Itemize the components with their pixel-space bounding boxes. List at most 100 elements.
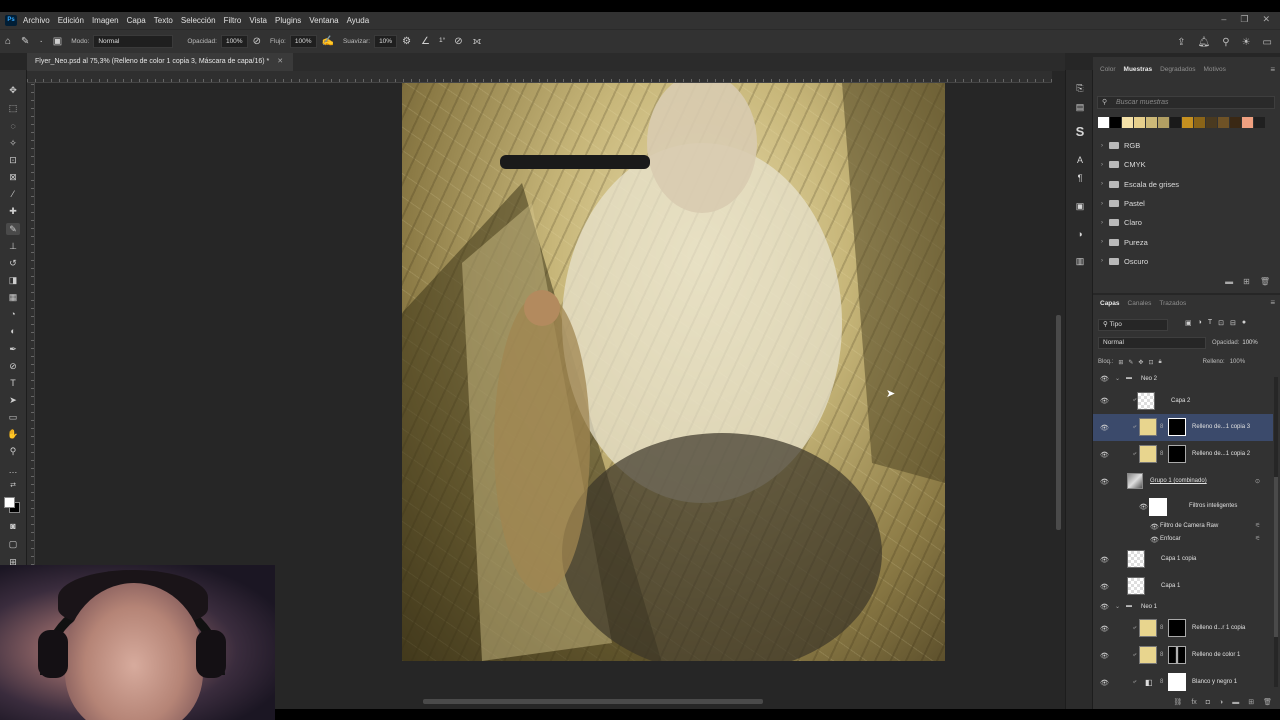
filter-toggle-icon[interactable]: ●: [1242, 319, 1246, 327]
quick-mask-icon[interactable]: ◙: [6, 520, 20, 532]
brush-settings-icon[interactable]: ▣: [53, 36, 62, 47]
color-swatch[interactable]: [1158, 117, 1169, 128]
hand-tool-icon[interactable]: ✋: [6, 428, 20, 440]
stock-icon[interactable]: S: [1074, 125, 1086, 138]
link-icon[interactable]: 8: [1160, 652, 1163, 658]
airbrush-icon[interactable]: ✍: [322, 36, 334, 47]
menu-imagen[interactable]: Imagen: [92, 16, 119, 25]
color-swatch[interactable]: [1170, 117, 1181, 128]
brush-tool-icon[interactable]: ✎: [21, 36, 29, 47]
frame-tool-icon[interactable]: ⊠: [6, 171, 20, 183]
new-swatch-icon[interactable]: ⊞: [1243, 277, 1250, 291]
adjust-filter-icon[interactable]: ◑: [1198, 319, 1202, 327]
link-icon[interactable]: 8: [1160, 625, 1163, 631]
eraser-icon[interactable]: ◨: [6, 274, 20, 286]
mask-thumbnail[interactable]: [1168, 619, 1186, 637]
visibility-eye-icon[interactable]: 👁︎: [1139, 503, 1148, 511]
visibility-eye-icon[interactable]: 👁︎: [1100, 397, 1109, 405]
history-icon[interactable]: ▥: [1074, 255, 1086, 267]
trash-icon[interactable]: 🗑︎: [1260, 277, 1270, 291]
clone-stamp-icon[interactable]: ⊥: [6, 240, 20, 252]
tab-patterns[interactable]: Motivos: [1204, 66, 1226, 73]
flow-input[interactable]: 100%: [289, 35, 317, 48]
link-icon[interactable]: 8: [1160, 424, 1163, 430]
link-icon[interactable]: 8: [1160, 451, 1163, 457]
smoothing-input[interactable]: 10%: [374, 35, 398, 48]
character-icon[interactable]: A: [1074, 154, 1086, 166]
layers-scrollbar[interactable]: [1274, 377, 1278, 687]
mask-thumbnail[interactable]: [1168, 646, 1186, 664]
menu-ventana[interactable]: Ventana: [309, 16, 338, 25]
visibility-eye-icon[interactable]: 👁︎: [1100, 652, 1109, 660]
shape-filter-icon[interactable]: ⊡: [1218, 319, 1224, 327]
home-icon[interactable]: ⌂: [5, 36, 11, 47]
folder-cmyk[interactable]: › CMYK: [1093, 155, 1275, 174]
share-icon[interactable]: ⇪: [1177, 37, 1185, 48]
menu-capa[interactable]: Capa: [127, 16, 146, 25]
layer-row[interactable]: 👁︎ ⤶ 8 Relleno de color 1: [1093, 642, 1273, 669]
visibility-eye-icon[interactable]: 👁︎: [1100, 625, 1109, 633]
pressure-size-icon[interactable]: ⊘: [454, 36, 462, 47]
foreground-color[interactable]: [4, 497, 15, 508]
tab-gradients[interactable]: Degradados: [1160, 66, 1195, 73]
menu-edicion[interactable]: Edición: [58, 16, 84, 25]
color-swatch[interactable]: [1218, 117, 1229, 128]
menu-ayuda[interactable]: Ayuda: [347, 16, 370, 25]
filter-options-icon[interactable]: ⚟: [1255, 522, 1260, 529]
type-tool-icon[interactable]: T: [6, 377, 20, 389]
libraries-icon[interactable]: ⎘: [1074, 82, 1086, 94]
folder-dark[interactable]: › Oscuro: [1093, 252, 1275, 271]
new-adjustment-icon[interactable]: ◑: [1219, 699, 1223, 706]
document-tab[interactable]: Flyer_Neo.psd al 75,3% (Relleno de color…: [27, 53, 294, 71]
color-swatch[interactable]: [1146, 117, 1157, 128]
folder-rgb[interactable]: › RGB: [1093, 136, 1275, 155]
layer-row[interactable]: 👁︎ ⌄ ▬ Neo 2: [1093, 372, 1273, 386]
brush-size-icon[interactable]: ·: [39, 36, 42, 47]
link-layers-icon[interactable]: ⛓: [1173, 698, 1182, 706]
menu-filtro[interactable]: Filtro: [224, 16, 242, 25]
brush-tool-icon[interactable]: ✎: [6, 223, 20, 235]
crop-tool-icon[interactable]: ⊡: [6, 154, 20, 166]
layer-row[interactable]: 👁︎ Grupo 1 (combinado) ⊙: [1093, 468, 1273, 495]
visibility-eye-icon[interactable]: 👁︎: [1100, 451, 1109, 459]
type-filter-icon[interactable]: T: [1208, 319, 1212, 327]
color-swatch[interactable]: [1182, 117, 1193, 128]
panel-menu-icon[interactable]: ≡: [1270, 65, 1275, 74]
layer-row[interactable]: 👁︎ Filtros inteligentes: [1093, 495, 1273, 519]
layer-row[interactable]: 👁︎ ⤶ Capa 2: [1093, 389, 1273, 413]
filter-options-icon[interactable]: ⚟: [1255, 535, 1260, 542]
menu-seleccion[interactable]: Selección: [181, 16, 216, 25]
tab-paths[interactable]: Trazados: [1159, 300, 1186, 307]
lock-transparent-icon[interactable]: ⊞: [1118, 359, 1123, 366]
zoom-tool-icon[interactable]: ⚲: [6, 445, 20, 457]
symmetry-icon[interactable]: ⟗: [473, 36, 482, 47]
close-icon[interactable]: ✕: [1262, 14, 1270, 25]
mode-select[interactable]: Normal: [93, 35, 174, 48]
discover-icon[interactable]: ☀: [1242, 37, 1251, 48]
dodge-tool-icon[interactable]: ◐: [6, 325, 20, 337]
lock-artboard-icon[interactable]: ⊡: [1148, 359, 1153, 366]
layer-row[interactable]: 👁︎ ⤶ 8 Relleno d...r 1 copia: [1093, 615, 1273, 642]
menu-vista[interactable]: Vista: [249, 16, 267, 25]
lock-all-icon[interactable]: 🔒︎: [1158, 359, 1161, 366]
menu-archivo[interactable]: Archivo: [23, 16, 50, 25]
properties-icon[interactable]: ▣: [1074, 200, 1086, 212]
visibility-eye-icon[interactable]: 👁︎: [1100, 603, 1109, 611]
new-layer-icon[interactable]: ⊞: [1248, 698, 1254, 706]
screen-mode-icon[interactable]: ▢: [6, 538, 20, 550]
lock-pixels-icon[interactable]: ✎: [1128, 359, 1133, 366]
angle-icon[interactable]: ∠: [421, 36, 430, 47]
visibility-eye-icon[interactable]: 👁︎: [1150, 523, 1159, 531]
color-swatch[interactable]: [1254, 117, 1265, 128]
mask-thumbnail[interactable]: [1168, 673, 1186, 691]
color-swatch[interactable]: [1098, 117, 1109, 128]
new-group-icon[interactable]: ▬: [1232, 699, 1239, 706]
color-swatch[interactable]: [1230, 117, 1241, 128]
layer-filter-select[interactable]: ⚲ Tipo: [1098, 319, 1168, 331]
more-tools-icon[interactable]: …: [6, 464, 20, 476]
layer-row[interactable]: 👁︎ Filtro de Camera Raw ⚟: [1093, 520, 1273, 533]
swap-colors-icon[interactable]: ⇄: [6, 480, 20, 492]
adjustments-icon[interactable]: ◑: [1074, 228, 1086, 240]
paragraph-icon[interactable]: ¶: [1074, 172, 1086, 184]
blur-tool-icon[interactable]: ◔: [6, 308, 20, 320]
